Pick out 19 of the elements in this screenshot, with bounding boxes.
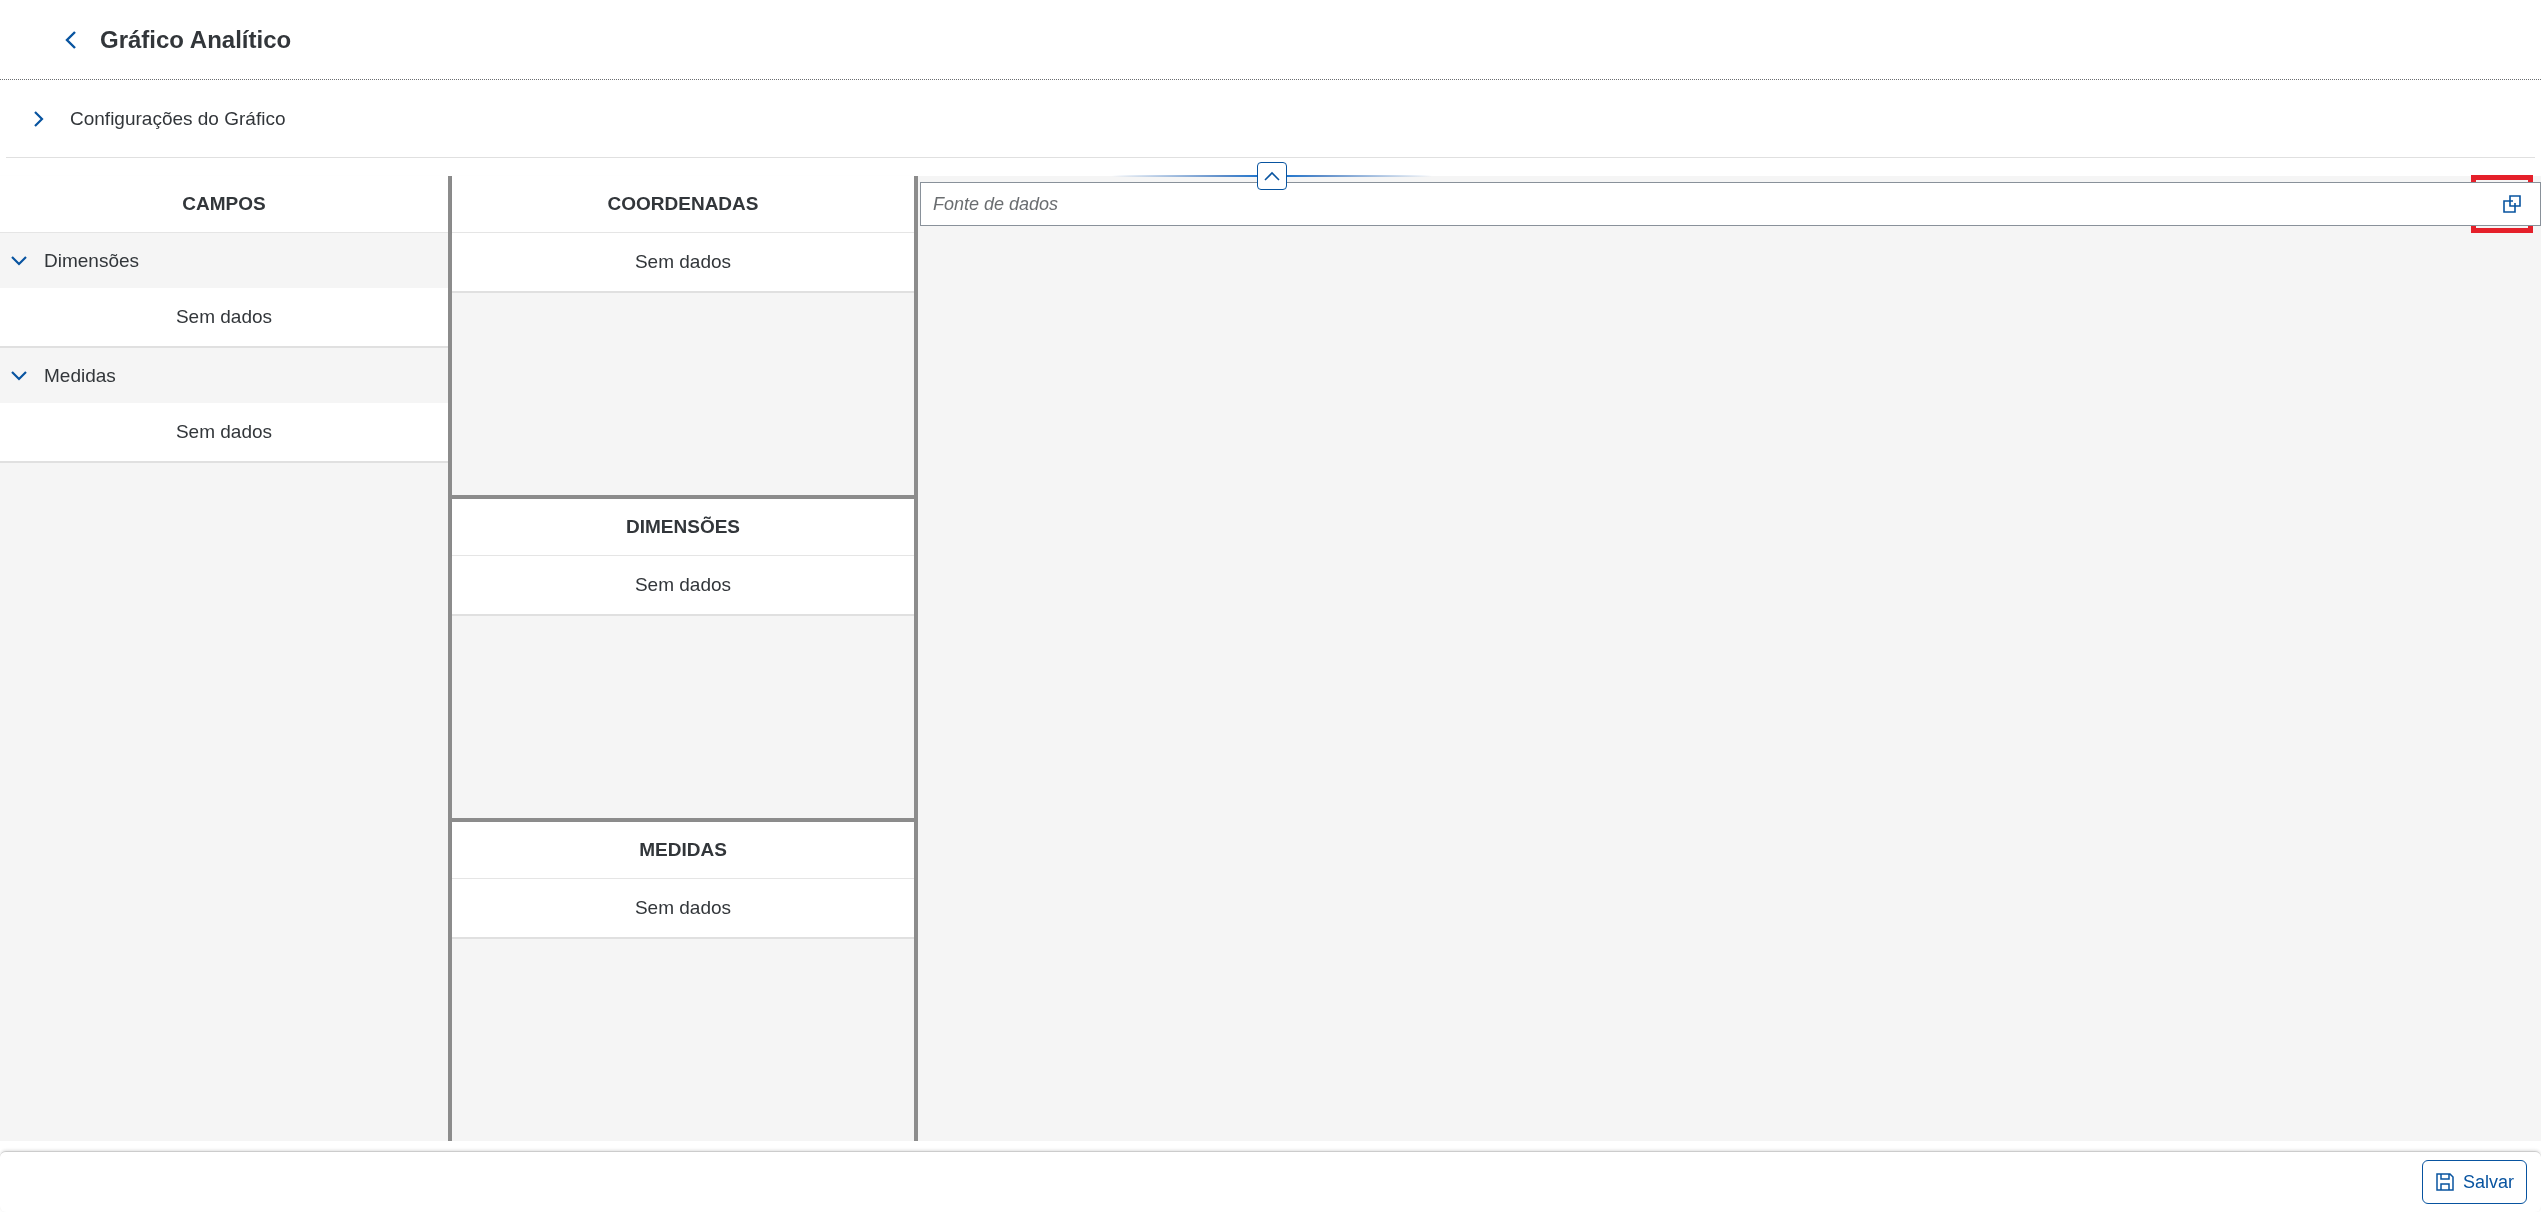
panel-title: Configurações do Gráfico (70, 107, 286, 130)
back-icon (64, 29, 78, 50)
column-header: DIMENSÕES (452, 499, 914, 556)
save-button[interactable]: Salvar (2421, 1160, 2527, 1204)
chevron-up-icon (1264, 171, 1280, 181)
no-data-text: Sem dados (0, 403, 448, 463)
no-data-text: Sem dados (452, 233, 914, 293)
copy-icon (2503, 195, 2521, 213)
no-data-text: Sem dados (452, 556, 914, 616)
page-title: Gráfico Analítico (100, 25, 292, 54)
column-header: COORDENADAS (452, 176, 914, 233)
data-source-field[interactable]: Fonte de dados (920, 182, 2541, 226)
no-data-text: Sem dados (452, 879, 914, 939)
group-label: Dimensões (44, 249, 140, 272)
column-header: MEDIDAS (452, 822, 914, 879)
group-label: Medidas (44, 364, 116, 387)
collapse-button[interactable] (1257, 162, 1287, 190)
column-header: CAMPOS (0, 176, 448, 233)
no-data-text: Sem dados (0, 288, 448, 348)
